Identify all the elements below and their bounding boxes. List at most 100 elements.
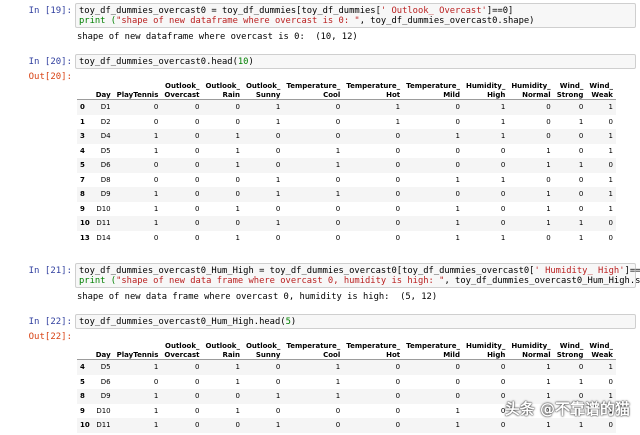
cell-22-in-prompt: In [22]: — [28, 317, 72, 327]
table-cell: 1 — [113, 187, 162, 202]
table-cell: 0 — [403, 359, 463, 375]
table-cell: 0 — [462, 187, 509, 202]
table-cell: 0 — [283, 418, 344, 433]
table-cell: 1 — [553, 418, 587, 433]
table-cell: 1 — [113, 418, 162, 433]
table-cell: 0 — [335, 406, 341, 415]
row-index: 8 — [77, 187, 93, 202]
column-header: Outlook_ Rain — [202, 340, 243, 360]
table-cell: 0 — [202, 389, 243, 404]
table-cell: 0 — [546, 117, 551, 126]
table-cell: 1 — [508, 216, 554, 231]
table-cell: 0 — [462, 418, 509, 433]
table-cell: 0 — [113, 99, 162, 115]
column-header: Outlook_ Sunny — [242, 340, 284, 360]
table-cell: 1 — [500, 175, 506, 184]
table-cell: 0 — [195, 204, 200, 213]
table-row: 5 D6 0 0 1 0 1 0 0 0 1 1 0 — [77, 375, 616, 390]
table-cell: 0 — [462, 389, 509, 404]
table-cell: 0 — [343, 158, 404, 173]
table-cell: 1 — [462, 99, 509, 115]
row-index: 7 — [80, 175, 85, 184]
table-cell: 0 — [242, 129, 284, 144]
column-header: Humidity_ High — [462, 80, 509, 100]
table-cell: 0 — [161, 359, 203, 375]
table-cell: 0 — [153, 117, 159, 126]
table-cell: 0 — [161, 158, 203, 173]
table-cell: 0 — [462, 359, 509, 375]
table-cell: 1 — [202, 158, 243, 173]
table-cell: 0 — [500, 406, 506, 415]
cell-19-code-input[interactable]: toy_df_dummies_overcast0 = toy_df_dummie… — [75, 3, 636, 28]
table-row: 10 D11 1 0 0 1 0 0 1 0 1 1 0 — [77, 216, 616, 231]
code-line: toy_df_dummies_overcast0_Hum_High.head(5… — [79, 317, 297, 327]
table-cell: 1 — [455, 233, 460, 242]
table-cell: 0 — [195, 175, 200, 184]
table-cell: D5 — [92, 359, 114, 375]
column-header: Temperature_ Mild — [403, 340, 463, 360]
column-header: Wind_ Strong — [553, 80, 587, 100]
table-cell: 0 — [395, 377, 401, 386]
cell-20-code-input[interactable]: toy_df_dummies_overcast0.head(10) — [75, 54, 636, 69]
table-cell: 0 — [161, 129, 203, 144]
table-cell: 0 — [283, 99, 344, 115]
table-cell: 0 — [195, 406, 200, 415]
table-cell: 0 — [275, 233, 281, 242]
table-cell: 1 — [235, 377, 240, 386]
table-cell: D8 — [100, 175, 111, 184]
table-cell: 0 — [608, 233, 613, 242]
table-cell: 1 — [508, 418, 554, 433]
column-header: Outlook_ Overcast — [161, 340, 203, 360]
table-row: 4 D5 1 0 1 0 1 0 0 0 1 0 1 — [77, 359, 616, 375]
cell-21-code-input[interactable]: toy_df_dummies_overcast0_Hum_High = toy_… — [75, 263, 640, 288]
table-cell: 0 — [578, 175, 584, 184]
table-cell: 1 — [113, 389, 162, 404]
table-cell: 0 — [335, 204, 341, 213]
table-row: 8 D9 1 0 0 1 1 0 0 0 1 0 1 — [77, 187, 616, 202]
table-header-row: Day PlayTennis Outlook_ Overcast Outlook_ Rai… — [77, 80, 616, 100]
table-cell: 0 — [553, 187, 587, 202]
column-header: Temperature_ Hot — [343, 340, 404, 360]
cell-20-out-prompt: Out[20]: — [28, 72, 72, 82]
table-cell: D14 — [96, 233, 111, 242]
table-cell: 1 — [553, 216, 587, 231]
table-cell: 1 — [283, 389, 344, 404]
table-cell: 1 — [242, 418, 284, 433]
table-cell: 1 — [153, 406, 159, 415]
table-cell: 0 — [335, 175, 341, 184]
table-cell: 1 — [586, 129, 616, 144]
table-row: 9 D10 1 0 1 0 0 0 1 0 1 0 1 — [77, 202, 616, 217]
row-index: 4 — [77, 359, 93, 375]
table-cell: 1 — [235, 406, 240, 415]
table-cell: 0 — [586, 216, 616, 231]
code-line: toy_df_dummies_overcast0.head(10) — [79, 57, 254, 67]
table-cell: 0 — [455, 377, 460, 386]
table-cell: 0 — [508, 99, 554, 115]
column-header: Temperature_ Cool — [283, 80, 344, 100]
table-cell: 1 — [403, 418, 463, 433]
table-cell: 1 — [508, 158, 554, 173]
row-index: 13 — [80, 233, 90, 242]
table-cell: 1 — [202, 129, 243, 144]
table-row: 10 D11 1 0 0 1 0 0 1 0 1 1 0 — [77, 418, 616, 433]
table-cell: 1 — [235, 146, 240, 155]
table-header-row: Day PlayTennis Outlook_ Overcast Outlook_ Rai… — [77, 340, 616, 360]
table-cell: 1 — [153, 146, 159, 155]
row-index: 3 — [77, 129, 93, 144]
table-cell: 0 — [500, 146, 506, 155]
table-cell: 0 — [343, 389, 404, 404]
table-cell: 0 — [161, 187, 203, 202]
table-cell: 0 — [202, 99, 243, 115]
row-index: 10 — [77, 418, 93, 433]
row-index: 5 — [80, 377, 85, 386]
column-header: PlayTennis — [113, 80, 162, 100]
table-cell: 1 — [586, 99, 616, 115]
cell-22-code-input[interactable]: toy_df_dummies_overcast0_Hum_High.head(5… — [75, 314, 636, 329]
table-cell: 1 — [113, 129, 162, 144]
cell-22-out-prompt: Out[22]: — [28, 332, 72, 342]
table-cell: 1 — [500, 233, 506, 242]
table-cell: 1 — [113, 359, 162, 375]
table-cell: 0 — [586, 418, 616, 433]
table-cell: 0 — [242, 158, 284, 173]
table-cell: 1 — [578, 233, 584, 242]
